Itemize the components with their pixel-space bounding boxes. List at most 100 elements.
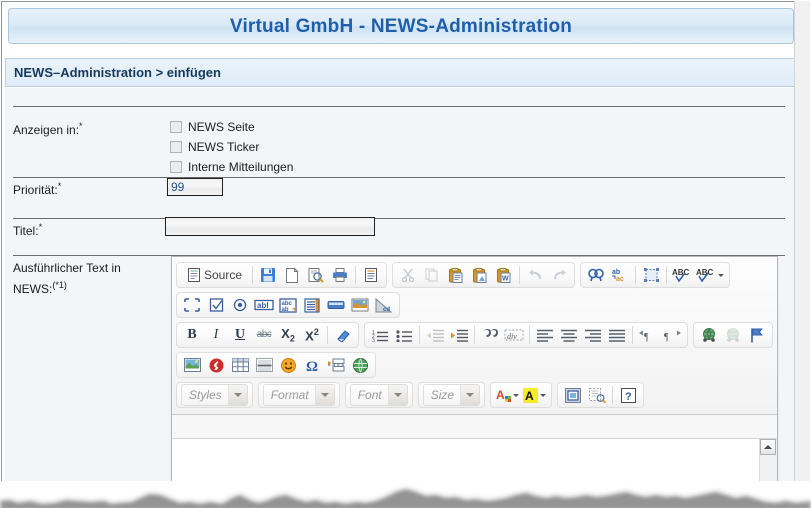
svg-text:Ω: Ω [306, 359, 318, 373]
remove-format-icon[interactable] [332, 324, 354, 346]
outdent-icon[interactable] [424, 324, 446, 346]
unlink-icon[interactable] [722, 324, 744, 346]
redo-icon[interactable] [548, 264, 570, 286]
checkbox-interne-mitteilungen[interactable] [170, 161, 182, 173]
select-field-icon[interactable] [301, 294, 323, 316]
create-div-icon[interactable]: div [503, 324, 525, 346]
app-title-banner: Virtual GmbH - NEWS-Administration [8, 8, 794, 44]
editor-content-area[interactable] [172, 438, 777, 481]
image-icon[interactable] [181, 354, 203, 376]
align-left-icon[interactable] [534, 324, 556, 346]
preview-icon[interactable] [305, 264, 327, 286]
paste-from-word-icon[interactable]: W [493, 264, 515, 286]
text-color-icon[interactable]: A [495, 384, 520, 406]
breadcrumb[interactable]: NEWS–Administration > einfügen [14, 65, 221, 80]
copy-icon[interactable] [421, 264, 443, 286]
text-direction-ltr-icon[interactable]: ¶ [637, 324, 659, 346]
checkbox-label-news-seite: NEWS Seite [188, 120, 255, 134]
subscript-icon[interactable]: X2 [277, 324, 299, 346]
required-marker: * [58, 181, 62, 191]
titel-input[interactable] [165, 217, 375, 236]
find-icon[interactable] [585, 264, 607, 286]
horizontal-rule-icon[interactable] [253, 354, 275, 376]
checkbox-row-news-seite[interactable]: NEWS Seite [170, 119, 255, 135]
link-icon[interactable] [698, 324, 720, 346]
spellcheck-options-icon[interactable]: ABC [695, 264, 725, 286]
size-combo-label: Size [424, 388, 460, 402]
toolbar-row-4: Ω [176, 351, 774, 379]
background-color-icon[interactable]: A [522, 384, 547, 406]
numbered-list-icon[interactable]: 123 [369, 324, 391, 346]
rich-text-editor[interactable]: Source [171, 256, 778, 481]
undo-icon[interactable] [524, 264, 546, 286]
table-icon[interactable] [229, 354, 251, 376]
print-icon[interactable] [329, 264, 351, 286]
iframe-icon[interactable] [349, 354, 371, 376]
indent-icon[interactable] [448, 324, 470, 346]
special-char-icon[interactable]: Ω [301, 354, 323, 376]
select-all-icon[interactable] [640, 264, 662, 286]
paste-text-icon[interactable] [469, 264, 491, 286]
radio-field-icon[interactable] [229, 294, 251, 316]
checkbox-news-ticker[interactable] [170, 141, 182, 153]
blockquote-icon[interactable] [479, 324, 501, 346]
styles-combo[interactable]: Styles [181, 384, 248, 406]
text-field-icon[interactable]: abl [253, 294, 275, 316]
checkbox-row-interne-mitteilungen[interactable]: Interne Mitteilungen [170, 159, 293, 175]
page-break-icon[interactable] [325, 354, 347, 376]
svg-text:cd: cd [383, 307, 390, 313]
spellcheck-icon[interactable]: ABC [671, 264, 693, 286]
size-combo[interactable]: Size [423, 384, 480, 406]
font-combo[interactable]: Font [350, 384, 408, 406]
align-center-icon[interactable] [558, 324, 580, 346]
justify-icon[interactable] [606, 324, 628, 346]
show-blocks-icon[interactable] [586, 384, 608, 406]
titel-label: Titel:* [13, 222, 42, 238]
templates-icon[interactable] [360, 264, 382, 286]
cut-icon[interactable] [397, 264, 419, 286]
text-direction-rtl-icon[interactable]: ¶ [661, 324, 683, 346]
chevron-down-icon[interactable] [513, 394, 519, 397]
toolbar-separator [529, 326, 530, 344]
source-icon[interactable]: Source [181, 264, 248, 286]
toolbar-group-editing: abac ABC [580, 262, 730, 288]
align-right-icon[interactable] [582, 324, 604, 346]
button-field-icon[interactable] [325, 294, 347, 316]
required-marker: * [39, 222, 43, 232]
checkbox-row-news-ticker[interactable]: NEWS Ticker [170, 139, 259, 155]
image-button-icon[interactable] [349, 294, 371, 316]
paste-icon[interactable] [445, 264, 467, 286]
italic-icon[interactable]: I [205, 324, 227, 346]
form-icon[interactable] [181, 294, 203, 316]
replace-icon[interactable]: abac [609, 264, 631, 286]
superscript-icon[interactable]: X2 [301, 324, 323, 346]
checkbox-news-seite[interactable] [170, 121, 182, 133]
breadcrumb-bar: NEWS–Administration > einfügen [5, 58, 797, 87]
chevron-down-icon[interactable] [315, 385, 334, 405]
svg-text:abl: abl [257, 301, 269, 310]
textarea-field-icon[interactable]: abcab [277, 294, 299, 316]
bulleted-list-icon[interactable] [393, 324, 415, 346]
maximize-icon[interactable] [562, 384, 584, 406]
bold-icon[interactable]: B [181, 324, 203, 346]
anchor-icon[interactable] [746, 324, 768, 346]
flash-icon[interactable] [205, 354, 227, 376]
new-page-icon[interactable] [281, 264, 303, 286]
chevron-down-icon[interactable] [540, 394, 546, 397]
editor-scroll-up-button[interactable] [760, 439, 776, 455]
prioritaet-input[interactable]: 99 [167, 178, 223, 196]
page-scrollbar[interactable] [794, 1, 810, 481]
about-icon[interactable]: ? [617, 384, 639, 406]
chevron-down-icon[interactable] [388, 385, 407, 405]
svg-text:ab: ab [282, 307, 289, 313]
editor-scrollbar[interactable] [759, 439, 777, 481]
hidden-field-icon[interactable]: cd [373, 294, 395, 316]
chevron-down-icon[interactable] [228, 385, 247, 405]
checkbox-field-icon[interactable] [205, 294, 227, 316]
strikethrough-icon[interactable]: abc [253, 324, 275, 346]
format-combo[interactable]: Format [263, 384, 335, 406]
chevron-down-icon[interactable] [460, 385, 479, 405]
save-icon[interactable] [257, 264, 279, 286]
smiley-icon[interactable] [277, 354, 299, 376]
underline-icon[interactable]: U [229, 324, 251, 346]
